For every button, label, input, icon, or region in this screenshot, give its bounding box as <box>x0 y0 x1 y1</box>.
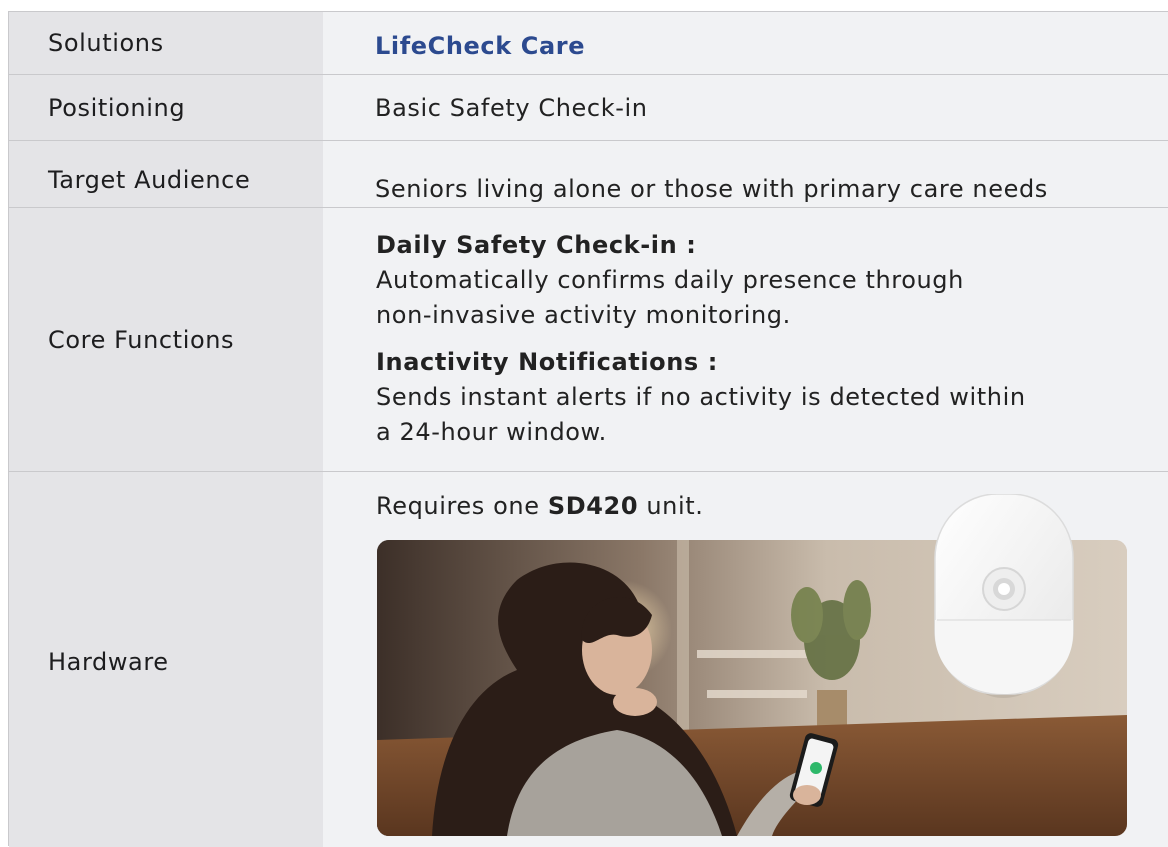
function-description-line: Automatically confirms daily presence th… <box>376 266 964 294</box>
sd420-device-image <box>932 493 1076 698</box>
function-item: Daily Safety Check-in : Automatically co… <box>376 228 1026 333</box>
hardware-requirement: Requires one SD420 unit. <box>376 492 703 520</box>
function-title: Daily Safety Check-in : <box>376 231 697 259</box>
function-description-line: Sends instant alerts if no activity is d… <box>376 383 1026 411</box>
row-value-functions: Daily Safety Check-in : Automatically co… <box>323 208 1168 471</box>
row-label-audience: Target Audience <box>9 141 323 207</box>
row-value-audience: Seniors living alone or those with prima… <box>323 141 1168 207</box>
hardware-unit: SD420 <box>547 492 639 520</box>
table-row-solutions: Solutions LifeCheck Care <box>9 12 1168 75</box>
row-label-hardware: Hardware <box>9 472 323 847</box>
row-value-positioning: Basic Safety Check-in <box>323 75 1168 140</box>
function-title: Inactivity Notifications : <box>376 348 718 376</box>
row-label-functions: Core Functions <box>9 208 323 471</box>
function-item: Inactivity Notifications : Sends instant… <box>376 345 1026 450</box>
function-description-line: a 24-hour window. <box>376 418 607 446</box>
function-list: Daily Safety Check-in : Automatically co… <box>375 228 1026 462</box>
hardware-prefix: Requires one <box>376 492 548 520</box>
table-row-positioning: Positioning Basic Safety Check-in <box>9 75 1168 141</box>
hardware-suffix: unit. <box>638 492 704 520</box>
row-value-hardware: Requires one SD420 unit. <box>323 472 1168 847</box>
row-label-solutions: Solutions <box>9 12 323 74</box>
function-description-line: non-invasive activity monitoring. <box>376 301 791 329</box>
table-row-hardware: Hardware Requires one SD420 unit. <box>9 472 1168 847</box>
solution-name: LifeCheck Care <box>375 32 586 60</box>
table-row-audience: Target Audience Seniors living alone or … <box>9 141 1168 208</box>
row-value-solutions: LifeCheck Care <box>323 12 1168 74</box>
table-row-functions: Core Functions Daily Safety Check-in : A… <box>9 208 1168 472</box>
solution-table: Solutions LifeCheck Care Positioning Bas… <box>8 11 1168 847</box>
row-label-positioning: Positioning <box>9 75 323 140</box>
